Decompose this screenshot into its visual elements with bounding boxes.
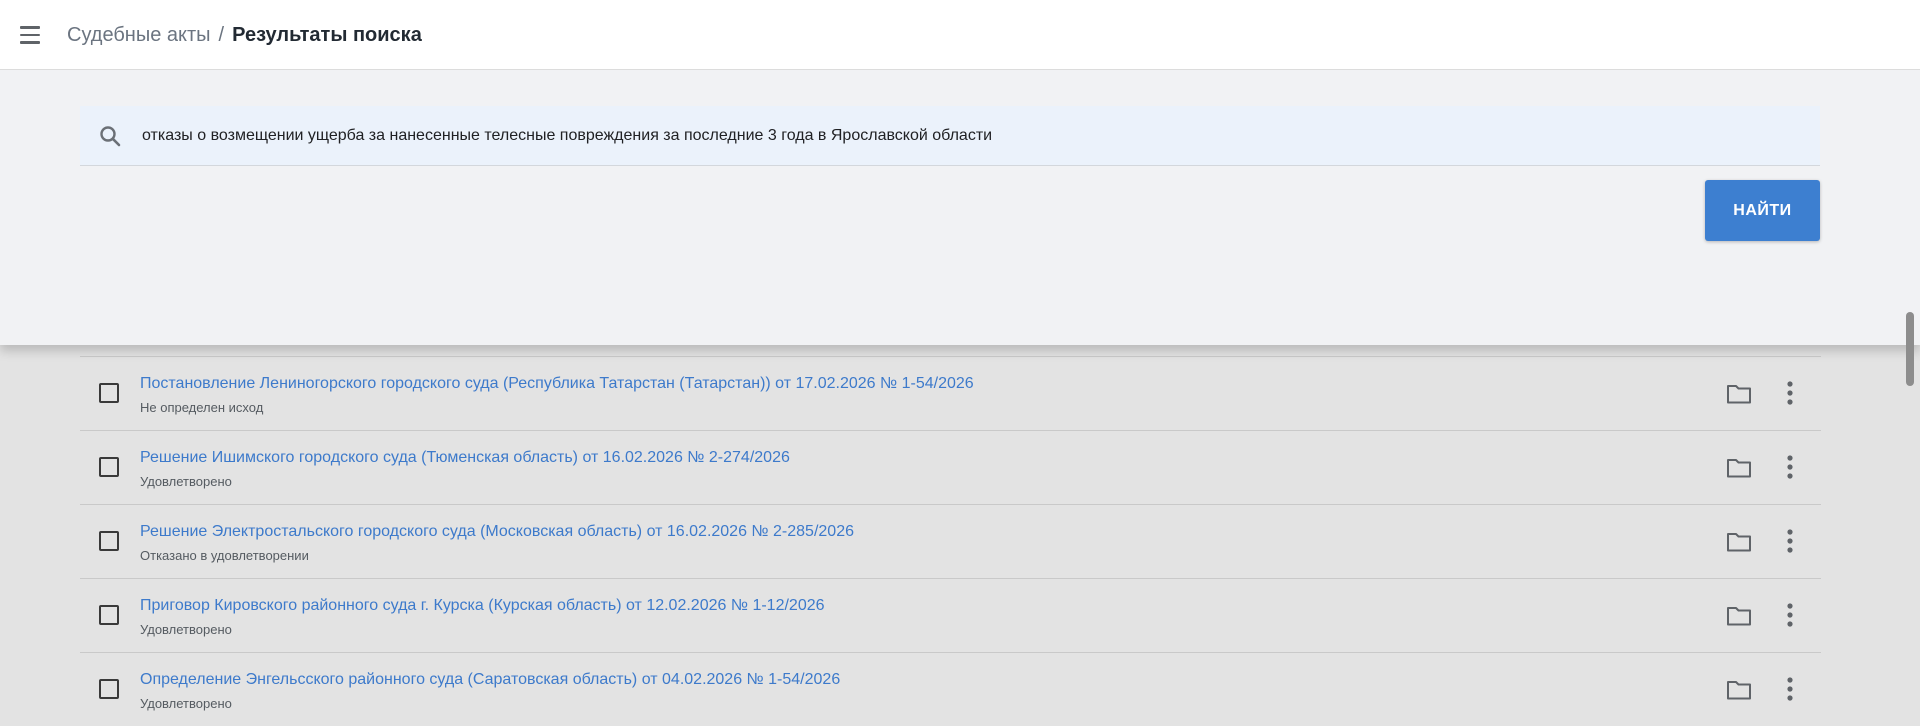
- result-checkbox[interactable]: [99, 605, 119, 625]
- result-title-link[interactable]: Приговор Кировского районного суда г. Ку…: [140, 597, 825, 615]
- hamburger-menu-icon[interactable]: [18, 24, 42, 46]
- list-item: Постановление Лениногорского городского …: [80, 356, 1821, 430]
- breadcrumb-parent-link[interactable]: Судебные акты: [67, 24, 211, 46]
- result-status: Удовлетворено: [140, 474, 232, 489]
- result-checkbox[interactable]: [99, 679, 119, 699]
- search-icon: [98, 124, 122, 148]
- search-panel: НАЙТИ: [0, 70, 1920, 345]
- result-status: Не определен исход: [140, 400, 264, 415]
- more-vertical-icon[interactable]: [1778, 453, 1802, 481]
- list-item: Решение Ишимского городского суда (Тюмен…: [80, 430, 1821, 504]
- result-status: Удовлетворено: [140, 696, 232, 711]
- app-header: Судебные акты / Результаты поиска: [0, 0, 1920, 70]
- result-status: Удовлетворено: [140, 622, 232, 637]
- page-title: Результаты поиска: [232, 24, 422, 46]
- folder-icon[interactable]: [1726, 679, 1752, 701]
- results-list: Постановление Лениногорского городского …: [80, 330, 1821, 726]
- folder-icon[interactable]: [1726, 531, 1752, 553]
- result-title-link[interactable]: Решение Электростальского городского суд…: [140, 523, 854, 541]
- find-button[interactable]: НАЙТИ: [1705, 180, 1820, 241]
- breadcrumb-separator: /: [218, 24, 225, 46]
- result-title-link[interactable]: Постановление Лениногорского городского …: [140, 375, 974, 393]
- result-title-link[interactable]: Определение Энгельсского районного суда …: [140, 671, 840, 689]
- list-item: Приговор Кировского районного суда г. Ку…: [80, 578, 1821, 652]
- result-checkbox[interactable]: [99, 531, 119, 551]
- result-title-link[interactable]: Решение Ишимского городского суда (Тюмен…: [140, 449, 790, 467]
- more-vertical-icon[interactable]: [1778, 527, 1802, 555]
- result-checkbox[interactable]: [99, 383, 119, 403]
- list-item: Определение Энгельсского районного суда …: [80, 652, 1821, 726]
- folder-icon[interactable]: [1726, 383, 1752, 405]
- more-vertical-icon[interactable]: [1778, 675, 1802, 703]
- search-box[interactable]: [80, 106, 1820, 166]
- search-input[interactable]: [142, 106, 1802, 166]
- more-vertical-icon[interactable]: [1778, 601, 1802, 629]
- folder-icon[interactable]: [1726, 605, 1752, 627]
- scrollbar-thumb[interactable]: [1906, 312, 1914, 386]
- breadcrumb: Судебные акты / Результаты поиска: [67, 23, 422, 47]
- result-checkbox[interactable]: [99, 457, 119, 477]
- folder-icon[interactable]: [1726, 457, 1752, 479]
- result-status: Отказано в удовлетворении: [140, 548, 309, 563]
- more-vertical-icon[interactable]: [1778, 379, 1802, 407]
- list-item: Решение Электростальского городского суд…: [80, 504, 1821, 578]
